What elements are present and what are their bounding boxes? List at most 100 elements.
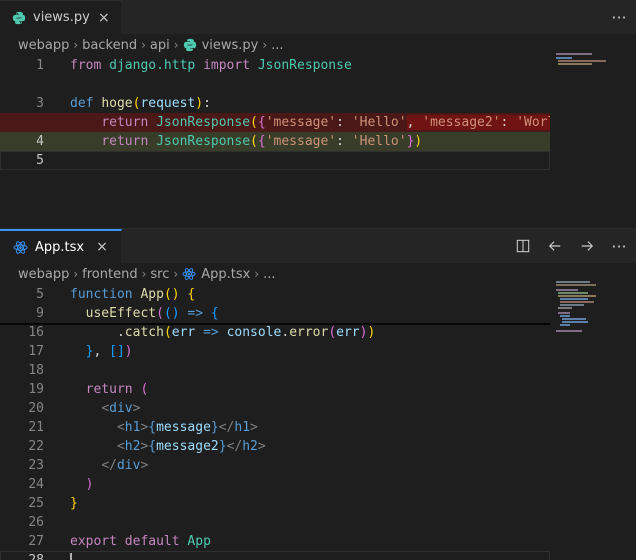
code-text: <h1>{message}</h1> xyxy=(116,420,258,435)
minimap-line xyxy=(556,284,596,286)
breadcrumb-item[interactable]: views.py xyxy=(202,38,259,53)
line-number: 17 xyxy=(28,344,44,359)
code-editor[interactable]: 1 from django.http import JsonResponse 3… xyxy=(0,56,550,170)
code-text: ) xyxy=(85,477,94,492)
line-number: 20 xyxy=(28,401,44,416)
breadcrumb-item[interactable]: webapp xyxy=(18,38,69,53)
minimap-line xyxy=(562,321,588,323)
line-number xyxy=(0,75,44,94)
go-back-icon[interactable] xyxy=(546,237,564,255)
line-number: 23 xyxy=(28,458,44,473)
breadcrumb-item[interactable]: src xyxy=(150,267,169,282)
code-text: }, []) xyxy=(85,344,133,359)
go-forward-icon[interactable] xyxy=(578,237,596,255)
code-text: useEffect(() => { xyxy=(85,306,219,321)
minimap-line xyxy=(558,63,592,65)
minimap-line xyxy=(558,307,572,309)
line-number: 1 xyxy=(36,58,44,73)
minimap-line xyxy=(560,301,594,303)
minimap-line xyxy=(558,60,606,62)
editor-actions: ··· xyxy=(514,229,628,263)
close-icon[interactable]: × xyxy=(97,10,111,26)
minimap-line xyxy=(556,289,578,291)
sticky-scroll-shadow xyxy=(0,323,550,325)
line-number: 5 xyxy=(36,153,44,168)
line-number: 18 xyxy=(28,363,44,378)
minimap[interactable] xyxy=(550,279,636,349)
chevron-right-icon: › xyxy=(141,267,147,281)
code-line: 18 xyxy=(0,361,550,380)
editor-actions: ··· xyxy=(610,0,628,34)
editor-group-bottom: App.tsx × ··· webapp › frontend › src › xyxy=(0,228,636,560)
line-number xyxy=(0,113,44,132)
chevron-right-icon: › xyxy=(73,38,79,52)
minimap-line xyxy=(560,315,570,317)
sticky-scroll-line[interactable]: 5 function App() { xyxy=(0,285,550,304)
tab-app-tsx[interactable]: App.tsx × xyxy=(0,229,122,263)
code-line: 24 ) xyxy=(0,475,550,494)
chevron-right-icon: › xyxy=(141,38,146,52)
code-text xyxy=(44,551,550,560)
breadcrumb-item[interactable]: App.tsx xyxy=(201,267,250,282)
tab-views-py[interactable]: views.py × xyxy=(0,0,122,34)
tab-label: App.tsx xyxy=(35,239,85,255)
text-cursor xyxy=(70,552,72,560)
minimap-line xyxy=(562,318,586,320)
minimap-line xyxy=(556,57,572,59)
minimap[interactable] xyxy=(550,50,636,90)
more-actions-icon[interactable]: ··· xyxy=(610,237,628,256)
code-text: return ( xyxy=(85,382,149,397)
code-line: 27 export default App xyxy=(0,532,550,551)
tab-bar: views.py × ··· xyxy=(0,0,636,34)
code-line: 23 </div> xyxy=(0,456,550,475)
breadcrumb-item[interactable]: frontend xyxy=(82,267,137,282)
code-text: from django.http import JsonResponse xyxy=(70,58,352,73)
line-number: 22 xyxy=(28,439,44,454)
split-editor-icon[interactable] xyxy=(514,237,532,255)
code-text: } xyxy=(70,496,78,511)
code-text: .catch(err => console.error(err)) xyxy=(70,325,376,340)
minimap-line xyxy=(556,281,590,283)
line-number: 19 xyxy=(28,382,44,397)
breadcrumb-item[interactable]: api xyxy=(150,38,170,53)
minimap-line xyxy=(560,298,588,300)
line-number: 5 xyxy=(36,287,44,302)
breadcrumb-item[interactable]: webapp xyxy=(18,267,69,282)
code-line: 3 def hoge(request): xyxy=(0,94,550,113)
breadcrumb-item[interactable]: ... xyxy=(271,38,283,53)
close-icon[interactable]: × xyxy=(93,239,111,255)
breadcrumb: webapp › backend › api › views.py › ... xyxy=(0,34,636,56)
more-actions-icon[interactable]: ··· xyxy=(610,8,628,27)
breadcrumb-item[interactable]: ... xyxy=(263,267,275,282)
minimap-line xyxy=(560,324,570,326)
minimap-line xyxy=(558,295,596,297)
line-number: 21 xyxy=(28,420,44,435)
sticky-scroll-line[interactable]: 9 useEffect(() => { xyxy=(0,304,550,323)
line-number: 9 xyxy=(36,306,44,321)
breadcrumb: webapp › frontend › src › App.tsx › ... xyxy=(0,263,636,285)
editor-group-top: views.py × ··· webapp › backend › api › … xyxy=(0,0,636,226)
line-number: 3 xyxy=(36,96,44,111)
code-editor[interactable]: 5 function App() { 9 useEffect(() => { 1… xyxy=(0,285,550,560)
python-icon xyxy=(12,10,26,26)
code-text: <h2>{message2}</h2> xyxy=(116,439,266,454)
code-text: function App() { xyxy=(70,287,196,302)
line-number: 25 xyxy=(28,496,44,511)
code-line: 16 .catch(err => console.error(err)) xyxy=(0,323,550,342)
diff-removed-line: return JsonResponse({'message': 'Hello',… xyxy=(0,113,550,132)
minimap-line xyxy=(558,292,588,294)
code-line: 20 <div> xyxy=(0,399,550,418)
chevron-right-icon: › xyxy=(254,267,260,281)
chevron-right-icon: › xyxy=(173,38,179,52)
code-line: 22 <h2>{message2}</h2> xyxy=(0,437,550,456)
line-number: 27 xyxy=(28,534,44,549)
code-line: 17 }, []) xyxy=(0,342,550,361)
react-icon xyxy=(182,267,197,282)
minimap-line xyxy=(560,304,584,306)
line-number: 26 xyxy=(28,515,44,530)
breadcrumb-item[interactable]: backend xyxy=(82,38,137,53)
